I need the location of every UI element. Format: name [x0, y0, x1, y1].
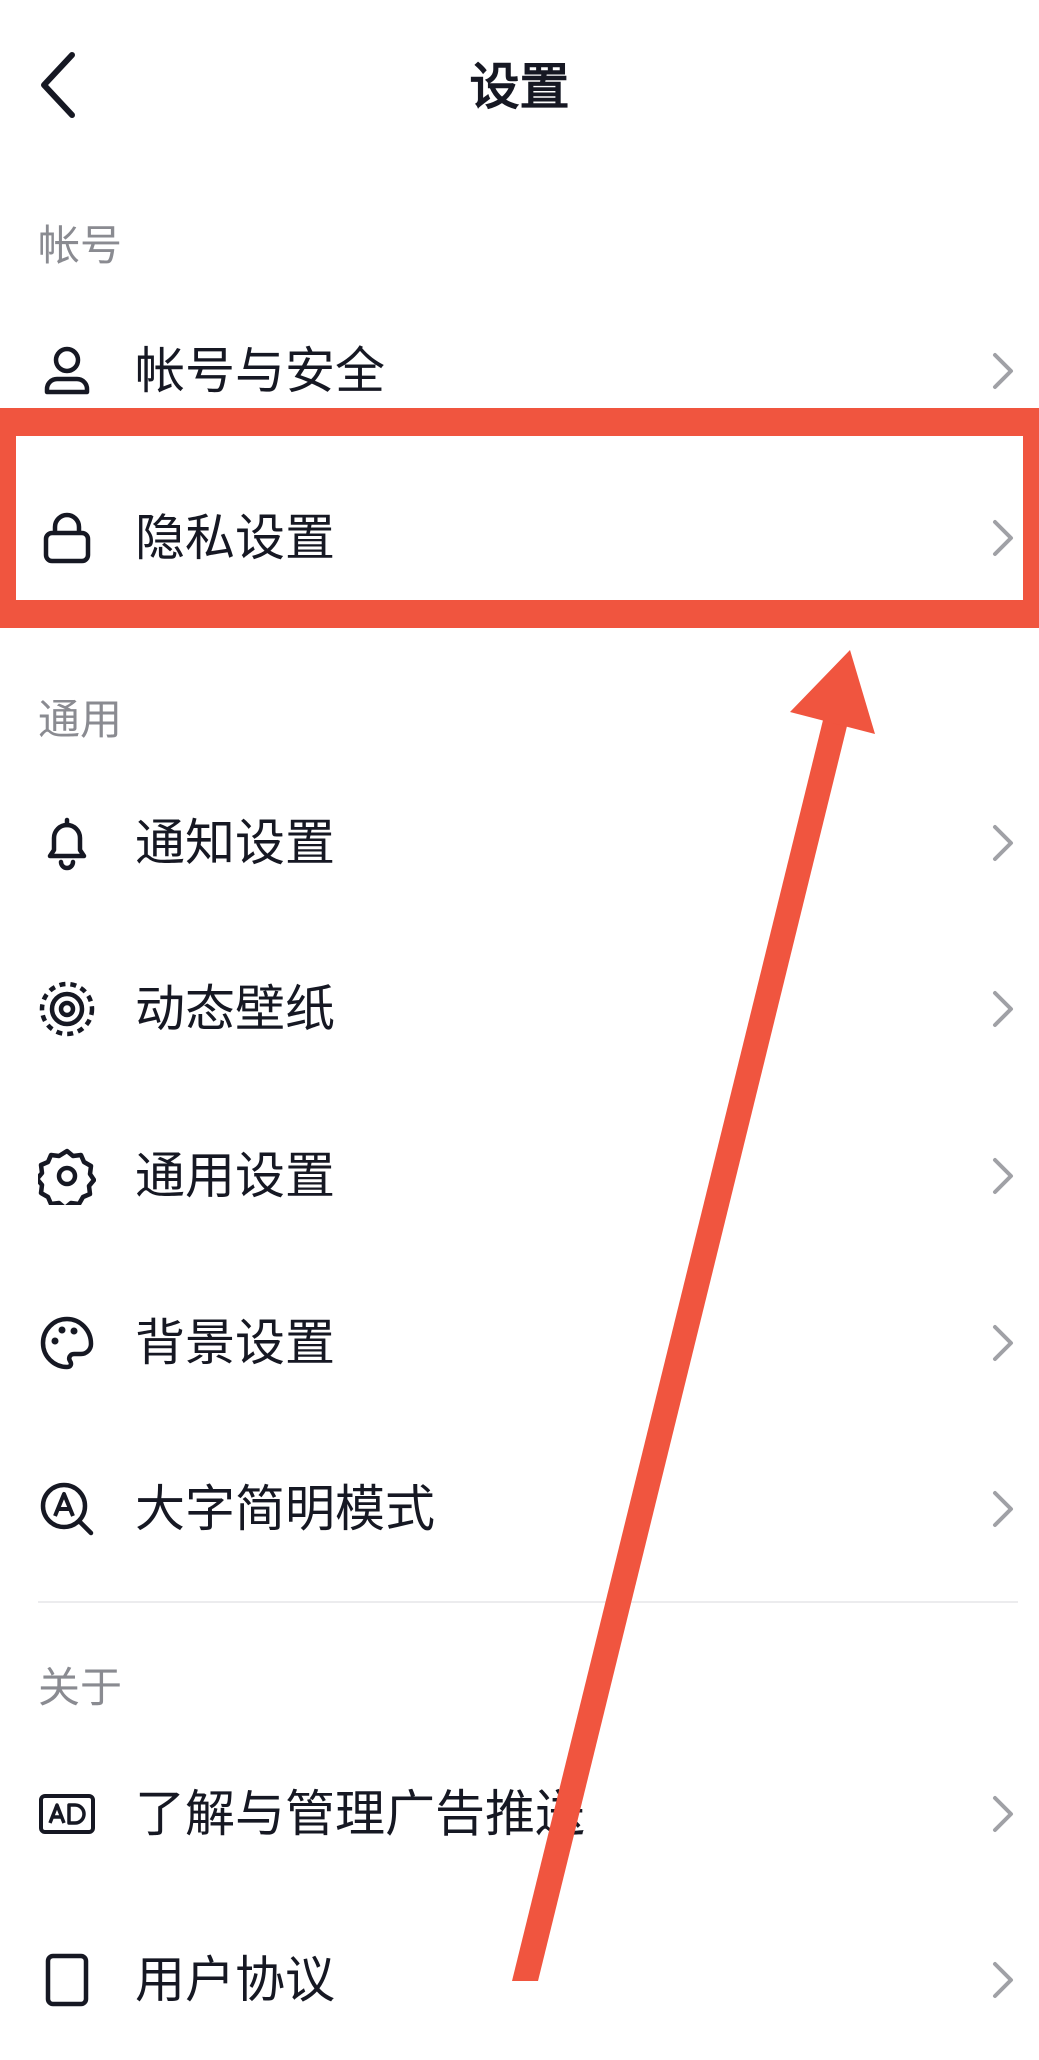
settings-item-user-agreement[interactable]: 用户协议 — [0, 1900, 1039, 2060]
section-label-about: 关于 — [38, 1663, 123, 1712]
chevron-right-icon — [987, 516, 1017, 560]
chevron-right-icon — [987, 349, 1017, 393]
settings-item-large-text-mode[interactable]: 大字简明模式 — [0, 1429, 1039, 1589]
chevron-right-icon — [987, 1792, 1017, 1836]
chevron-right-icon — [987, 821, 1017, 865]
settings-item-label: 背景设置 — [135, 1314, 335, 1372]
document-icon — [38, 1951, 96, 2009]
settings-item-label: 隐私设置 — [135, 509, 335, 567]
target-icon — [38, 980, 96, 1038]
ad-icon — [38, 1785, 96, 1843]
settings-item-label: 通用设置 — [135, 1147, 335, 1205]
settings-item-label: 大字简明模式 — [135, 1480, 435, 1538]
settings-item-general-settings[interactable]: 通用设置 — [0, 1096, 1039, 1256]
settings-item-label: 用户协议 — [135, 1951, 335, 2009]
settings-item-live-wallpaper[interactable]: 动态壁纸 — [0, 929, 1039, 1089]
section-label-account: 帐号 — [38, 221, 123, 270]
page-title: 设置 — [469, 58, 570, 116]
settings-item-label: 帐号与安全 — [135, 342, 385, 400]
settings-item-notifications[interactable]: 通知设置 — [0, 763, 1039, 923]
chevron-right-icon — [987, 1154, 1017, 1198]
font-search-icon — [38, 1480, 96, 1538]
settings-item-privacy[interactable]: 隐私设置 — [0, 458, 1039, 618]
chevron-right-icon — [987, 1958, 1017, 2002]
bell-icon — [38, 814, 96, 872]
user-icon — [38, 342, 96, 400]
chevron-right-icon — [987, 987, 1017, 1031]
section-divider — [38, 1601, 1018, 1603]
settings-item-background[interactable]: 背景设置 — [0, 1263, 1039, 1423]
section-label-general: 通用 — [38, 695, 123, 744]
chevron-right-icon — [987, 1321, 1017, 1365]
chevron-right-icon — [987, 1487, 1017, 1531]
gear-icon — [38, 1147, 96, 1205]
settings-item-label: 通知设置 — [135, 814, 335, 872]
palette-icon — [38, 1314, 96, 1372]
settings-item-account-security[interactable]: 帐号与安全 — [0, 291, 1039, 451]
settings-item-ad-management[interactable]: 了解与管理广告推送 — [0, 1734, 1039, 1894]
lock-icon — [38, 509, 96, 567]
settings-item-label: 动态壁纸 — [135, 980, 335, 1038]
header: 设置 — [0, 0, 1039, 170]
settings-item-label: 了解与管理广告推送 — [135, 1785, 585, 1843]
